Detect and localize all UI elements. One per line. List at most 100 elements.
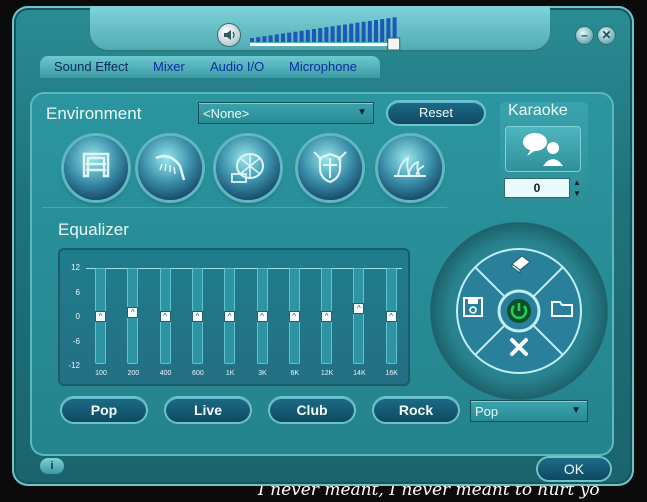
volume-slider[interactable]	[248, 16, 408, 50]
environment-label: Environment	[46, 104, 142, 123]
eq-band-thumb[interactable]: ^	[159, 311, 171, 322]
eq-band-thumb[interactable]: ^	[256, 311, 268, 322]
volume-step	[374, 20, 378, 42]
volume-step	[274, 34, 279, 42]
volume-step	[287, 32, 292, 42]
karaoke-label: Karaoke	[508, 102, 568, 119]
volume-step	[318, 28, 323, 42]
speaker-icon[interactable]	[218, 24, 240, 46]
volume-bar-area	[90, 6, 550, 52]
volume-step	[324, 27, 329, 42]
eq-band-label: 400	[159, 370, 172, 377]
ok-button[interactable]: OK	[538, 458, 610, 480]
power-icon	[507, 299, 531, 323]
volume-step	[361, 21, 366, 42]
volume-step	[262, 36, 267, 42]
eq-band-label: 3K	[258, 370, 267, 377]
eq-y-tick: -12	[68, 361, 80, 370]
volume-step	[355, 22, 360, 42]
tab-microphone[interactable]: Microphone	[289, 59, 357, 74]
eq-band-thumb[interactable]: ^	[127, 306, 139, 318]
environment-shield-button[interactable]	[298, 136, 362, 200]
tab-audio-io[interactable]: Audio I/O	[210, 59, 264, 74]
eq-band-label: 14K	[353, 370, 366, 377]
eq-band-label: 1K	[225, 370, 235, 377]
volume-knob[interactable]	[387, 37, 401, 50]
eq-band-track[interactable]	[353, 268, 365, 364]
eq-band-thumb[interactable]: ^	[353, 302, 365, 314]
eq-y-tick: 12	[71, 263, 80, 272]
volume-step	[336, 25, 341, 42]
info-button[interactable]: i	[40, 458, 64, 474]
volume-step	[330, 26, 335, 42]
environment-opera-house-button[interactable]	[378, 136, 442, 200]
eq-preset-select-value: Pop	[475, 404, 499, 419]
volume-step	[293, 31, 298, 42]
save-button[interactable]	[460, 294, 486, 320]
eq-preset-select[interactable]: Pop ▼	[470, 400, 588, 422]
eq-band-thumb[interactable]: ^	[95, 311, 106, 322]
environment-stadium-button[interactable]	[216, 136, 280, 200]
eq-band-label: 12K	[320, 370, 334, 377]
bathroom-icon	[82, 152, 110, 178]
karaoke-value: 0	[533, 181, 541, 195]
power-button[interactable]	[504, 296, 534, 326]
volume-step	[268, 35, 273, 42]
chevron-down-icon: ▼	[571, 405, 581, 416]
eq-preset-live-button[interactable]: Live	[166, 398, 250, 422]
karaoke-value-field[interactable]: 0	[504, 178, 570, 198]
eq-band-label: 16K	[385, 370, 398, 377]
tab-sound-effect[interactable]: Sound Effect	[54, 59, 128, 74]
karaoke-button[interactable]	[505, 126, 581, 172]
eq-band-thumb[interactable]: ^	[385, 311, 397, 322]
eq-band-thumb[interactable]: ^	[321, 311, 333, 322]
eq-band-thumb[interactable]: ^	[224, 311, 236, 322]
volume-step	[281, 33, 285, 42]
environment-select[interactable]: <None> ▼	[198, 102, 374, 124]
save-icon	[463, 297, 483, 317]
close-button[interactable]: ✕	[598, 27, 615, 44]
volume-step	[250, 38, 254, 42]
eraser-icon	[511, 255, 531, 274]
eq-preset-club-button[interactable]: Club	[270, 398, 354, 422]
eq-band-thumb[interactable]: ^	[191, 311, 203, 322]
eq-preset-rock-button[interactable]: Rock	[374, 398, 458, 422]
eraser-button[interactable]	[506, 250, 534, 276]
volume-step	[367, 20, 372, 42]
speaking-person-icon	[523, 133, 563, 166]
control-ring	[430, 222, 608, 400]
volume-step	[380, 19, 385, 42]
shower-icon	[155, 155, 186, 181]
volume-step	[343, 24, 347, 42]
eq-band-label: 100	[95, 370, 107, 377]
stadium-icon	[231, 153, 264, 183]
minimize-button[interactable]: –	[576, 27, 593, 44]
eq-band-label: 200	[127, 370, 140, 377]
tab-mixer[interactable]: Mixer	[153, 59, 185, 74]
equalizer-label: Equalizer	[58, 220, 129, 239]
karaoke-up-arrow[interactable]: ▲	[573, 178, 581, 187]
eq-y-tick: 0	[75, 312, 80, 321]
chevron-down-icon: ▼	[357, 107, 367, 118]
shield-icon	[313, 151, 347, 184]
folder-icon	[551, 301, 573, 317]
info-icon: i	[50, 460, 54, 472]
karaoke-down-arrow[interactable]: ▼	[573, 189, 581, 198]
volume-step	[305, 29, 310, 42]
environment-bathroom-button[interactable]	[64, 136, 128, 200]
folder-button[interactable]	[548, 294, 576, 320]
environment-shower-button[interactable]	[138, 136, 202, 200]
volume-step	[312, 29, 316, 42]
volume-step	[349, 23, 354, 42]
eq-y-tick: 6	[75, 287, 80, 297]
eq-y-tick: -6	[72, 336, 80, 346]
environment-select-value: <None>	[203, 106, 250, 121]
eq-band-thumb[interactable]: ^	[288, 311, 300, 322]
reset-button[interactable]: Reset	[388, 102, 484, 124]
eq-preset-pop-button[interactable]: Pop	[62, 398, 146, 422]
eq-band-label: 6K	[290, 370, 300, 377]
opera-house-icon	[394, 156, 426, 177]
separator	[42, 207, 447, 208]
volume-step	[299, 30, 304, 42]
delete-button[interactable]	[506, 334, 532, 360]
